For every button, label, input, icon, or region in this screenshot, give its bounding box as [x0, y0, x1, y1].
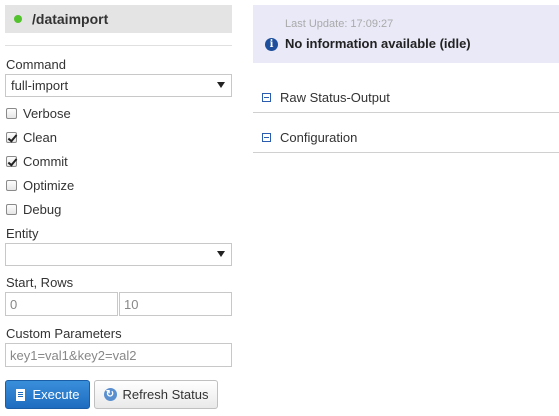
custom-parameters-label: Custom Parameters — [6, 326, 122, 341]
refresh-icon: ↻ — [103, 388, 117, 401]
optimize-label: Optimize — [23, 178, 75, 193]
status-dot-icon — [14, 15, 22, 23]
dropdown-arrow-icon — [217, 251, 225, 257]
start-input-value: 0 — [10, 296, 18, 312]
section-label: Raw Status-Output — [280, 90, 390, 105]
option-clean[interactable]: Clean — [6, 130, 57, 145]
execute-label: Execute — [32, 387, 80, 402]
info-icon: i — [265, 38, 278, 51]
command-select[interactable]: full-import — [5, 74, 232, 97]
dataimport-form-panel: /dataimport Command full-import Verbose … — [0, 0, 237, 416]
import-status-box: Last Update: 17:09:27 i No information a… — [253, 5, 559, 63]
section-configuration[interactable]: Configuration — [253, 123, 559, 153]
option-optimize[interactable]: Optimize — [6, 178, 74, 193]
command-label: Command — [6, 57, 66, 72]
clean-label: Clean — [23, 130, 57, 145]
start-input[interactable]: 0 — [5, 292, 118, 316]
option-debug[interactable]: Debug — [6, 202, 61, 217]
handler-title: /dataimport — [32, 11, 109, 27]
section-label: Configuration — [280, 130, 358, 145]
option-commit[interactable]: Commit — [6, 154, 68, 169]
optimize-checkbox[interactable] — [6, 180, 17, 191]
rows-input[interactable]: 10 — [119, 292, 232, 316]
document-icon — [15, 388, 25, 401]
clean-checkbox[interactable] — [6, 132, 17, 143]
last-update-text: Last Update: 17:09:27 — [285, 18, 394, 30]
debug-checkbox[interactable] — [6, 204, 17, 215]
entity-select[interactable] — [5, 243, 232, 266]
refresh-status-button[interactable]: ↻ Refresh Status — [94, 380, 218, 409]
entity-label: Entity — [6, 226, 39, 241]
collapse-icon[interactable] — [262, 93, 271, 102]
custom-parameters-value: key1=val1&key2=val2 — [10, 347, 137, 363]
debug-label: Debug — [23, 202, 62, 217]
verbose-label: Verbose — [23, 106, 71, 121]
handler-header[interactable]: /dataimport — [5, 5, 232, 33]
option-verbose[interactable]: Verbose — [6, 106, 71, 121]
divider — [5, 45, 232, 46]
start-rows-label: Start, Rows — [6, 275, 74, 290]
status-message: No information available (idle) — [285, 36, 471, 51]
commit-checkbox[interactable] — [6, 156, 17, 167]
verbose-checkbox[interactable] — [6, 108, 17, 119]
dropdown-arrow-icon — [217, 82, 225, 88]
rows-input-value: 10 — [124, 296, 139, 312]
refresh-label: Refresh Status — [122, 387, 209, 402]
collapse-icon[interactable] — [262, 133, 271, 142]
commit-label: Commit — [23, 154, 68, 169]
command-select-value: full-import — [11, 78, 69, 93]
execute-button[interactable]: Execute — [5, 380, 90, 409]
section-raw-status-output[interactable]: Raw Status-Output — [253, 83, 559, 113]
custom-parameters-input[interactable]: key1=val1&key2=val2 — [5, 343, 232, 367]
